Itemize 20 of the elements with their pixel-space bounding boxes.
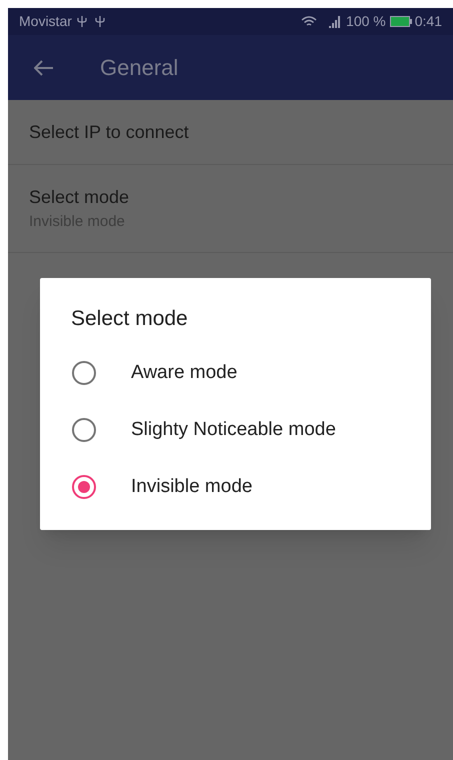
radio-option[interactable]: Invisible mode: [40, 458, 431, 516]
app-bar-title: General: [100, 54, 178, 82]
option-label: Aware mode: [131, 360, 238, 385]
clock-time: 0:41: [414, 12, 442, 31]
option-label: Invisible mode: [131, 474, 252, 499]
radio-button[interactable]: [72, 475, 96, 499]
radio-button[interactable]: [72, 418, 96, 442]
usb-icon: [94, 15, 105, 28]
radio-button[interactable]: [72, 361, 96, 385]
carrier-name: Movistar: [19, 12, 72, 31]
dialog-title: Select mode: [70, 306, 189, 332]
radio-option[interactable]: Slighty Noticeable mode: [40, 402, 431, 458]
battery-icon: [390, 16, 412, 27]
battery-percent: 100 %: [346, 12, 386, 31]
setting-title: Select IP to connect: [29, 120, 190, 144]
setting-title: Select mode: [29, 186, 130, 209]
wifi-icon: [301, 16, 318, 28]
option-label: Slighty Noticeable mode: [131, 418, 336, 442]
usb-icon: [76, 15, 87, 28]
radio-option[interactable]: Aware mode: [40, 344, 431, 402]
